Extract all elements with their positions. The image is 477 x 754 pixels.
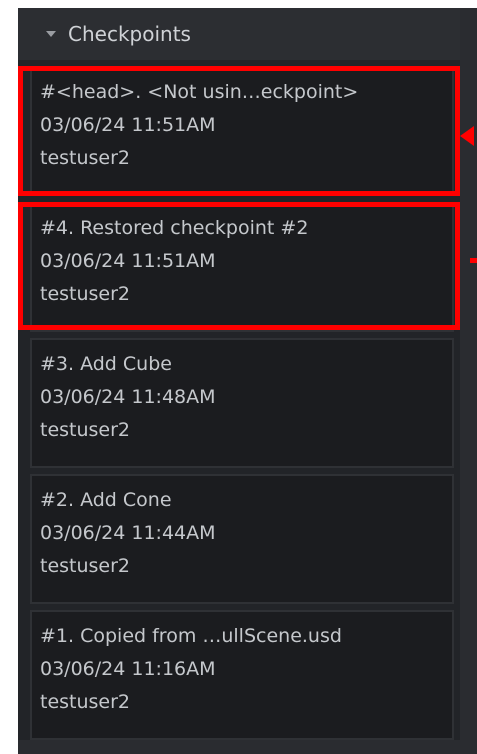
checkpoint-label: #<head>. <Not usin…eckpoint> — [40, 81, 359, 103]
checkpoint-label: #3. Add Cube — [40, 353, 172, 375]
panel-bottom-edge — [18, 740, 460, 754]
checkpoint-datetime: 03/06/24 11:51AM — [40, 114, 216, 136]
checkpoint-label: #1. Copied from …ullScene.usd — [40, 625, 342, 647]
checkpoint-user: testuser2 — [40, 283, 131, 305]
collapse-triangle-icon[interactable] — [46, 31, 56, 37]
checkpoint-label: #4. Restored checkpoint #2 — [40, 217, 309, 239]
highlight-arrow-head-icon — [460, 126, 474, 146]
checkpoint-datetime: 03/06/24 11:51AM — [40, 250, 216, 272]
checkpoint-label: #2. Add Cone — [40, 489, 172, 511]
checkpoint-datetime: 03/06/24 11:48AM — [40, 386, 216, 408]
checkpoint-item-head[interactable]: #<head>. <Not usin…eckpoint> 03/06/24 11… — [30, 66, 454, 196]
checkpoint-datetime: 03/06/24 11:44AM — [40, 522, 216, 544]
checkpoint-user: testuser2 — [40, 147, 131, 169]
checkpoint-datetime: 03/06/24 11:16AM — [40, 658, 216, 680]
checkpoints-title: Checkpoints — [68, 22, 191, 46]
panel-scrollbar[interactable] — [460, 8, 477, 754]
checkpoint-item-3[interactable]: #3. Add Cube 03/06/24 11:48AM testuser2 — [30, 338, 454, 468]
highlight-connector — [470, 258, 477, 263]
checkpoint-user: testuser2 — [40, 691, 131, 713]
checkpoints-panel: Checkpoints #<head>. <Not usin…eckpoint>… — [0, 0, 477, 754]
checkpoint-user: testuser2 — [40, 555, 131, 577]
checkpoint-item-1[interactable]: #1. Copied from …ullScene.usd 03/06/24 1… — [30, 610, 454, 740]
checkpoint-user: testuser2 — [40, 419, 131, 441]
checkpoints-header[interactable]: Checkpoints — [18, 8, 460, 60]
checkpoint-item-4[interactable]: #4. Restored checkpoint #2 03/06/24 11:5… — [30, 202, 454, 332]
checkpoint-item-2[interactable]: #2. Add Cone 03/06/24 11:44AM testuser2 — [30, 474, 454, 604]
